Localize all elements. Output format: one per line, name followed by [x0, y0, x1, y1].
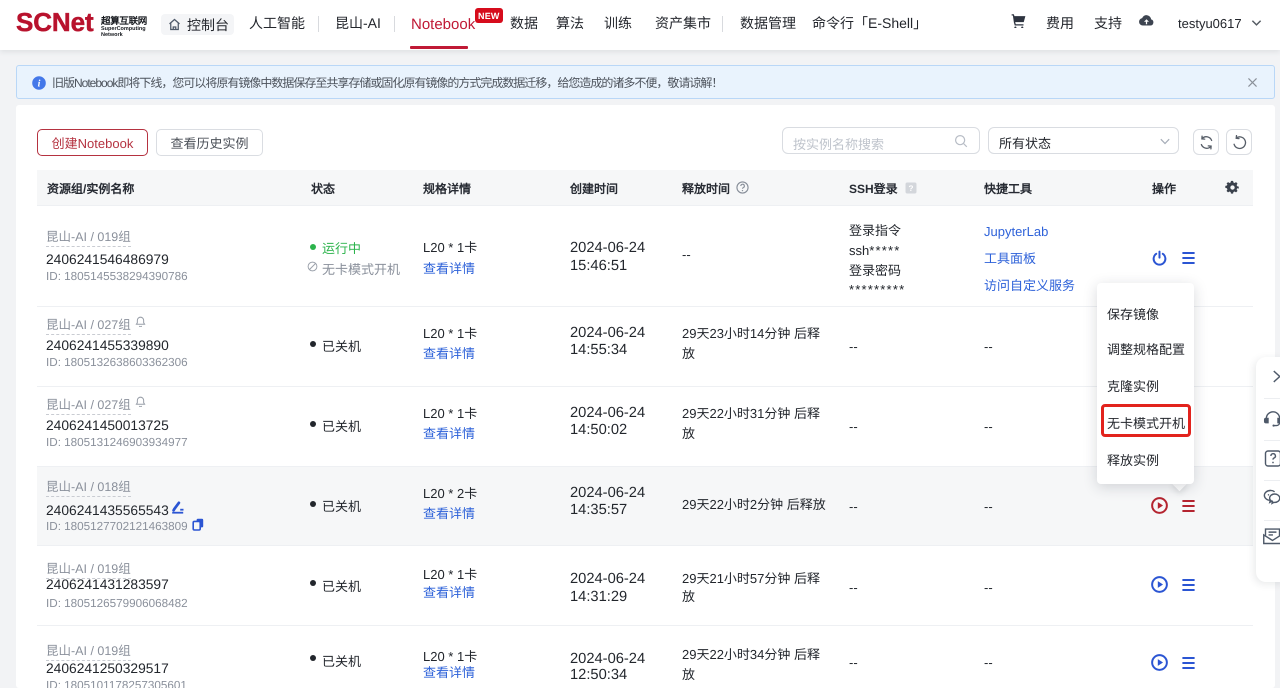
svg-text:i: i — [38, 79, 41, 90]
svg-text:?: ? — [909, 184, 914, 193]
